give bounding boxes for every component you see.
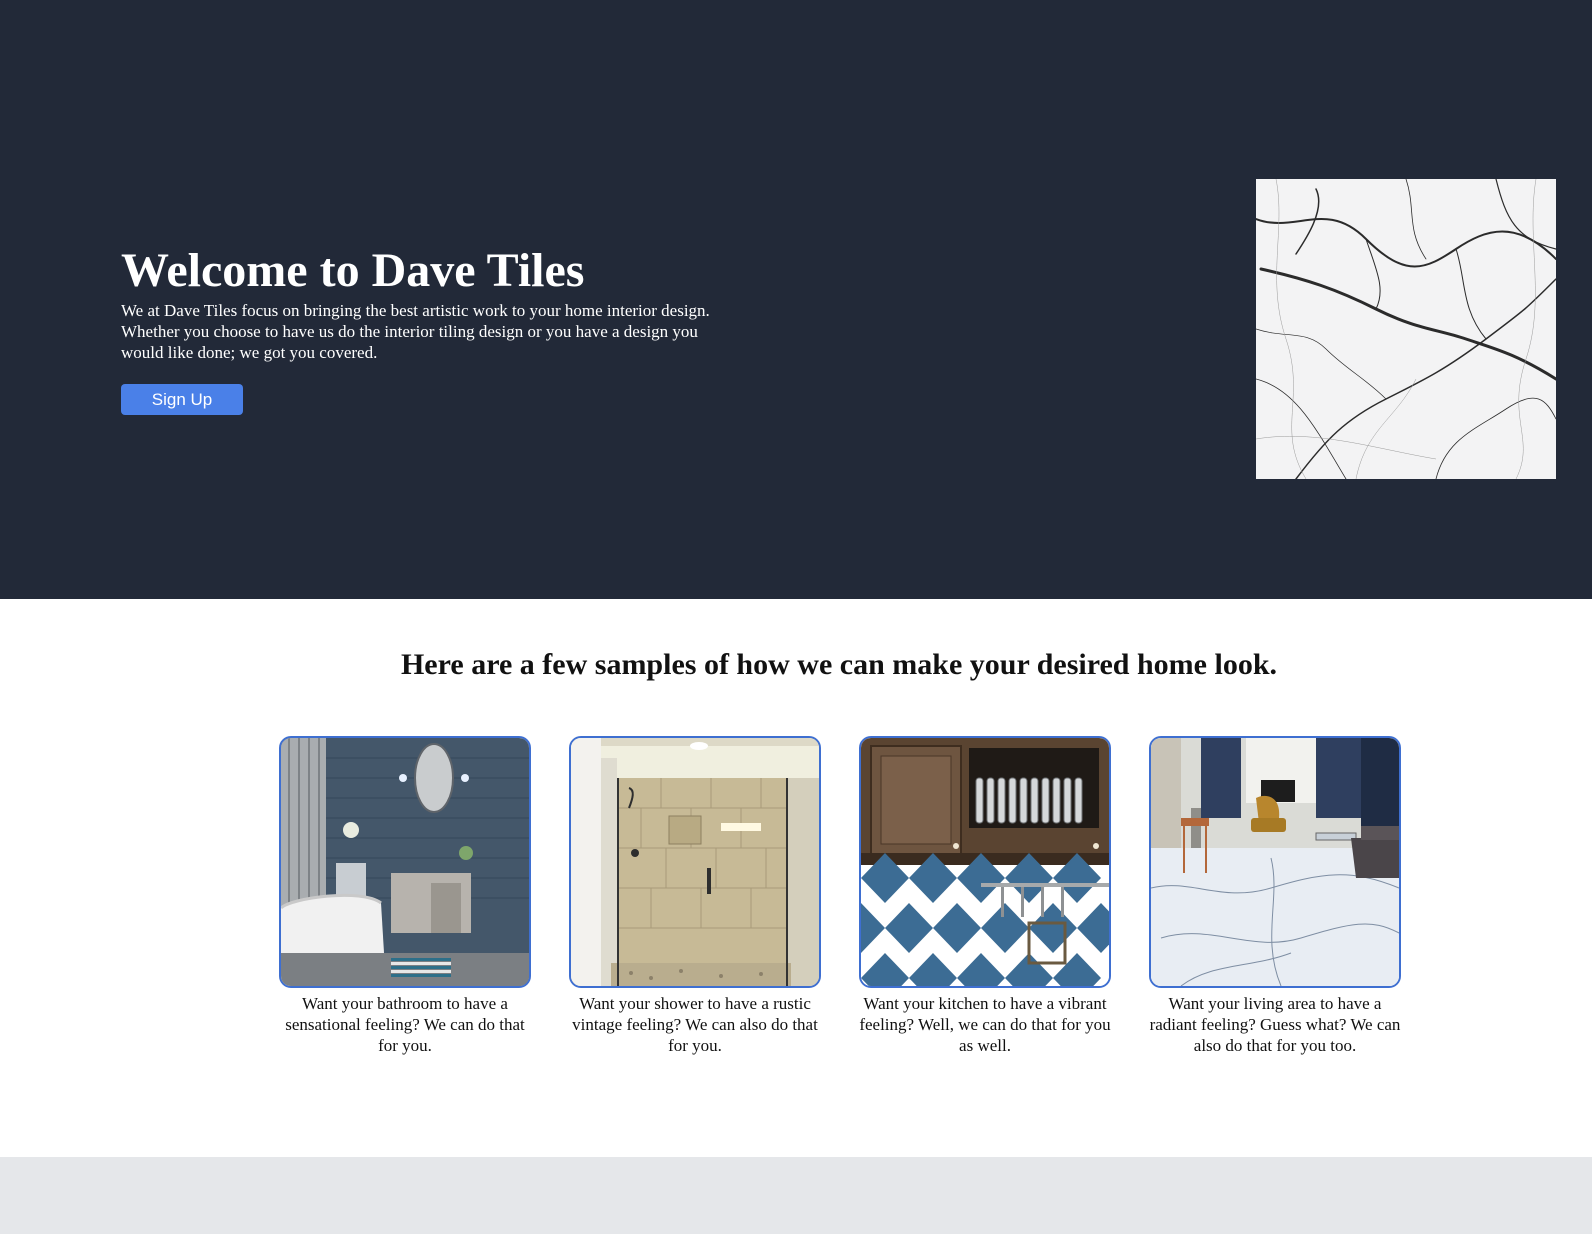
- shower-image: [569, 736, 821, 988]
- kitchen-image: [859, 736, 1111, 988]
- sample-caption: Want your shower to have a rustic vintag…: [572, 994, 818, 1055]
- sample-card-kitchen: Want your kitchen to have a vibrant feel…: [859, 736, 1111, 1056]
- hero-description: We at Dave Tiles focus on bringing the b…: [121, 301, 710, 362]
- sample-card-living-area: Want your living area to have a radiant …: [1149, 736, 1401, 1056]
- sample-card-bathroom: Want your bathroom to have a sensational…: [279, 736, 531, 1056]
- footer-band: [0, 1157, 1592, 1234]
- hero-section: Welcome to Dave Tiles We at Dave Tiles f…: [0, 0, 1592, 599]
- sample-caption: Want your living area to have a radiant …: [1149, 994, 1401, 1055]
- sample-caption: Want your kitchen to have a vibrant feel…: [859, 994, 1111, 1055]
- bathroom-image: [279, 736, 531, 988]
- sign-up-button[interactable]: Sign Up: [121, 384, 243, 415]
- hero-title: Welcome to Dave Tiles: [121, 244, 585, 297]
- sample-card-shower: Want your shower to have a rustic vintag…: [569, 736, 821, 1056]
- samples-heading: Here are a few samples of how we can mak…: [400, 648, 1278, 681]
- samples-section: Here are a few samples of how we can mak…: [0, 599, 1592, 1157]
- hero-text: Welcome to Dave Tiles We at Dave Tiles f…: [121, 242, 721, 415]
- marble-tile-image: [1256, 179, 1556, 479]
- living-area-image: [1149, 736, 1401, 988]
- sample-caption: Want your bathroom to have a sensational…: [285, 994, 525, 1055]
